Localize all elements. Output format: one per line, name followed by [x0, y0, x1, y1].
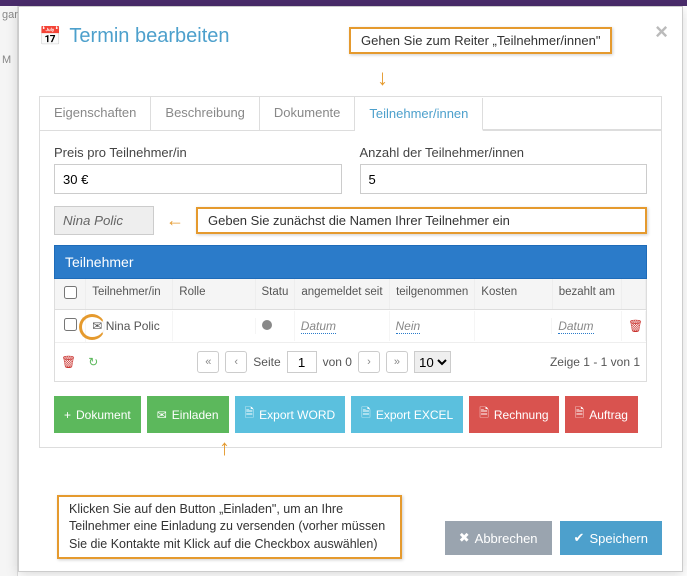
refresh-icon[interactable]: ↻	[88, 355, 98, 369]
pager-range: Zeige 1 - 1 von 1	[550, 355, 640, 369]
row-paid[interactable]: Datum	[558, 319, 593, 334]
file-icon: 🗎	[245, 404, 255, 425]
first-page-button[interactable]: «	[197, 351, 219, 373]
participants-header: Teilnehmer	[54, 245, 647, 279]
add-document-button[interactable]: +Dokument	[54, 396, 141, 433]
close-icon[interactable]: ×	[655, 19, 668, 45]
export-excel-button[interactable]: 🗎Export EXCEL	[351, 396, 463, 433]
plus-icon: +	[64, 408, 71, 422]
trash-icon[interactable]: 🗑	[61, 355, 76, 369]
edit-appointment-modal: × 📅 Termin bearbeiten Gehen Sie zum Reit…	[18, 6, 683, 572]
page-of: von 0	[323, 355, 352, 369]
price-input[interactable]	[54, 164, 342, 194]
envelope-icon: ✉	[157, 408, 167, 422]
check-icon: ✔	[574, 530, 585, 546]
arrow-down-icon: ↓	[377, 65, 388, 91]
tab-panel: Preis pro Teilnehmer/in Anzahl der Teiln…	[39, 130, 662, 448]
callout-invite: Klicken Sie auf den Button „Einladen", u…	[57, 495, 402, 560]
count-label: Anzahl der Teilnehmer/innen	[360, 145, 648, 160]
table-head: Teilnehmer/in Rolle Statu angemeldet sei…	[55, 279, 646, 310]
tab-beschreibung[interactable]: Beschreibung	[151, 97, 260, 130]
select-all-checkbox[interactable]	[64, 286, 77, 299]
stub-text2: M	[0, 54, 11, 66]
callout-tabs: Gehen Sie zum Reiter „Teilnehmer/innen"	[349, 27, 612, 54]
price-label: Preis pro Teilnehmer/in	[54, 145, 342, 160]
checkbox-highlight-icon	[79, 314, 105, 340]
export-word-button[interactable]: 🗎Export WORD	[235, 396, 346, 433]
col-registered[interactable]: angemeldet seit	[295, 279, 390, 309]
col-status[interactable]: Statu	[256, 279, 296, 309]
delete-row-icon[interactable]: 🗑	[622, 311, 646, 341]
per-page-select[interactable]: 10	[414, 351, 451, 373]
row-registered[interactable]: Datum	[301, 319, 336, 334]
next-page-button[interactable]: ›	[358, 351, 380, 373]
page-label: Seite	[253, 355, 280, 369]
col-role[interactable]: Rolle	[173, 279, 255, 309]
pager: 🗑 ↻ « ‹ Seite von 0 › » 10 Zeige 1 - 1 v…	[55, 342, 646, 381]
row-name: Nina Polic	[106, 319, 160, 333]
arrow-up-icon: ↑	[219, 435, 230, 461]
participant-name-input[interactable]	[54, 206, 154, 235]
file-icon: 🗎	[361, 404, 371, 425]
x-icon: ✖	[459, 530, 470, 546]
file-icon: 🗎	[479, 404, 489, 425]
col-name[interactable]: Teilnehmer/in	[86, 279, 173, 309]
action-bar: +Dokument ✉Einladen 🗎Export WORD 🗎Export…	[54, 396, 647, 433]
file-icon: 🗎	[575, 404, 585, 425]
invoice-button[interactable]: 🗎Rechnung	[469, 396, 558, 433]
stub-text: gar	[0, 9, 18, 21]
count-input[interactable]	[360, 164, 648, 194]
col-paid[interactable]: bezahlt am	[553, 279, 623, 309]
save-button[interactable]: ✔ Speichern	[560, 521, 662, 555]
calendar-icon: 📅	[39, 26, 61, 47]
prev-page-button[interactable]: ‹	[225, 351, 247, 373]
order-button[interactable]: 🗎Auftrag	[565, 396, 638, 433]
last-page-button[interactable]: »	[386, 351, 408, 373]
modal-title-text: Termin bearbeiten	[69, 25, 229, 48]
table-row: ✉ Nina Polic Datum Nein Datum 🗑	[55, 310, 646, 342]
modal-footer: ✖ Abbrechen ✔ Speichern	[445, 521, 662, 555]
tab-teilnehmer[interactable]: Teilnehmer/innen	[355, 98, 483, 131]
tab-bar: Eigenschaften Beschreibung Dokumente Tei…	[39, 96, 662, 130]
page-input[interactable]	[287, 351, 317, 373]
tab-dokumente[interactable]: Dokumente	[260, 97, 355, 130]
status-dot-icon	[262, 320, 272, 330]
col-cost[interactable]: Kosten	[475, 279, 552, 309]
participants-table: Teilnehmer/in Rolle Statu angemeldet sei…	[54, 279, 647, 382]
cancel-button[interactable]: ✖ Abbrechen	[445, 521, 552, 555]
col-participated[interactable]: teilgenommen	[390, 279, 475, 309]
tab-eigenschaften[interactable]: Eigenschaften	[40, 97, 151, 130]
row-participated[interactable]: Nein	[396, 319, 421, 334]
callout-names: Geben Sie zunächst die Namen Ihrer Teiln…	[196, 207, 647, 234]
row-checkbox[interactable]	[64, 318, 77, 331]
arrow-left-icon: ←	[166, 210, 184, 231]
invite-button[interactable]: ✉Einladen	[147, 396, 229, 433]
